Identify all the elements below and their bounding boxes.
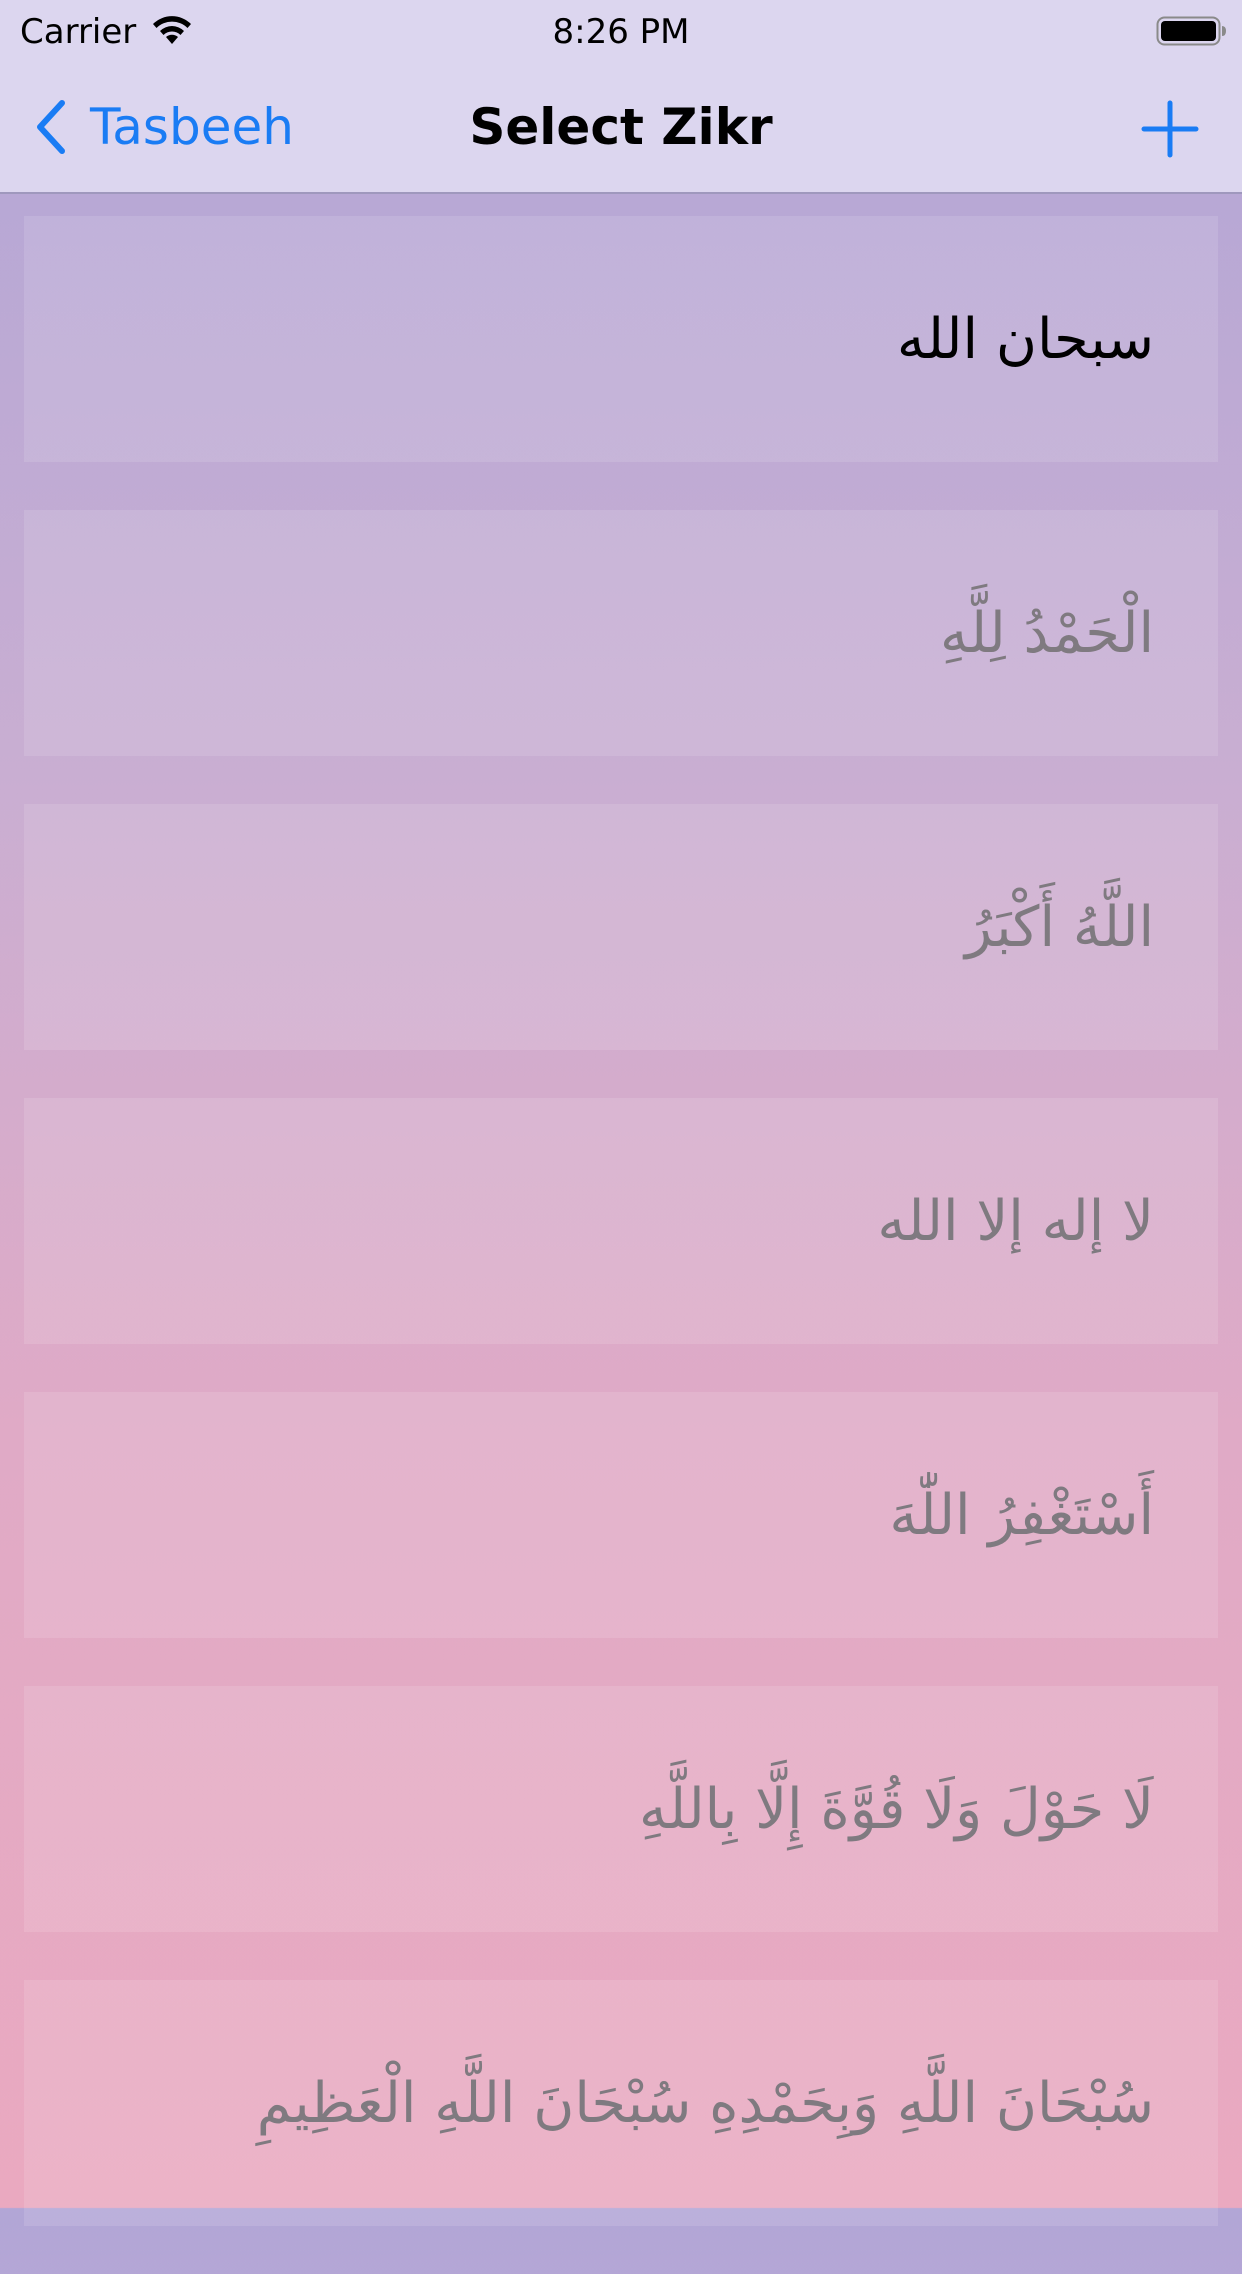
- zikr-item-astaghfirullah[interactable]: أَسْتَغْفِرُ اللّٰهَ: [24, 1392, 1218, 1638]
- zikr-text: الْحَمْدُ لِلَّهِ: [940, 600, 1154, 666]
- status-time: 8:26 PM: [552, 12, 690, 52]
- zikr-item-la-ilaha-illallah[interactable]: لا إله إلا الله: [24, 1098, 1218, 1344]
- add-icon[interactable]: [1138, 97, 1202, 161]
- zikr-item-subhanallahi-wabihamdihi[interactable]: سُبْحَانَ اللَّهِ وَبِحَمْدِهِ سُبْحَانَ…: [24, 1980, 1218, 2226]
- zikr-item-subhanallah[interactable]: سبحان الله: [24, 216, 1218, 462]
- zikr-list: سبحان الله الْحَمْدُ لِلَّهِ اللَّهُ أَك…: [24, 216, 1218, 2274]
- zikr-item-la-hawla[interactable]: لَا حَوْلَ وَلَا قُوَّةَ إِلَّا بِاللَّه…: [24, 1686, 1218, 1932]
- navigation-bar: Tasbeeh Select Zikr: [0, 62, 1242, 194]
- zikr-text: أَسْتَغْفِرُ اللّٰهَ: [889, 1482, 1154, 1548]
- status-bar: Carrier 8:26 PM: [0, 0, 1242, 62]
- zikr-item-allahu-akbar[interactable]: اللَّهُ أَكْبَرُ: [24, 804, 1218, 1050]
- zikr-text: سُبْحَانَ اللَّهِ وَبِحَمْدِهِ سُبْحَانَ…: [256, 2070, 1154, 2136]
- zikr-text: سبحان الله: [896, 306, 1154, 372]
- back-button[interactable]: Tasbeeh: [30, 92, 294, 162]
- zikr-item-alhamdulillah[interactable]: الْحَمْدُ لِلَّهِ: [24, 510, 1218, 756]
- zikr-text: اللَّهُ أَكْبَرُ: [965, 894, 1154, 960]
- back-button-label: Tasbeeh: [90, 98, 294, 156]
- zikr-text: لَا حَوْلَ وَلَا قُوَّةَ إِلَّا بِاللَّه…: [639, 1776, 1154, 1842]
- battery-icon: [1156, 16, 1226, 46]
- chevron-left-icon: [37, 100, 65, 154]
- zikr-text: لا إله إلا الله: [877, 1188, 1154, 1254]
